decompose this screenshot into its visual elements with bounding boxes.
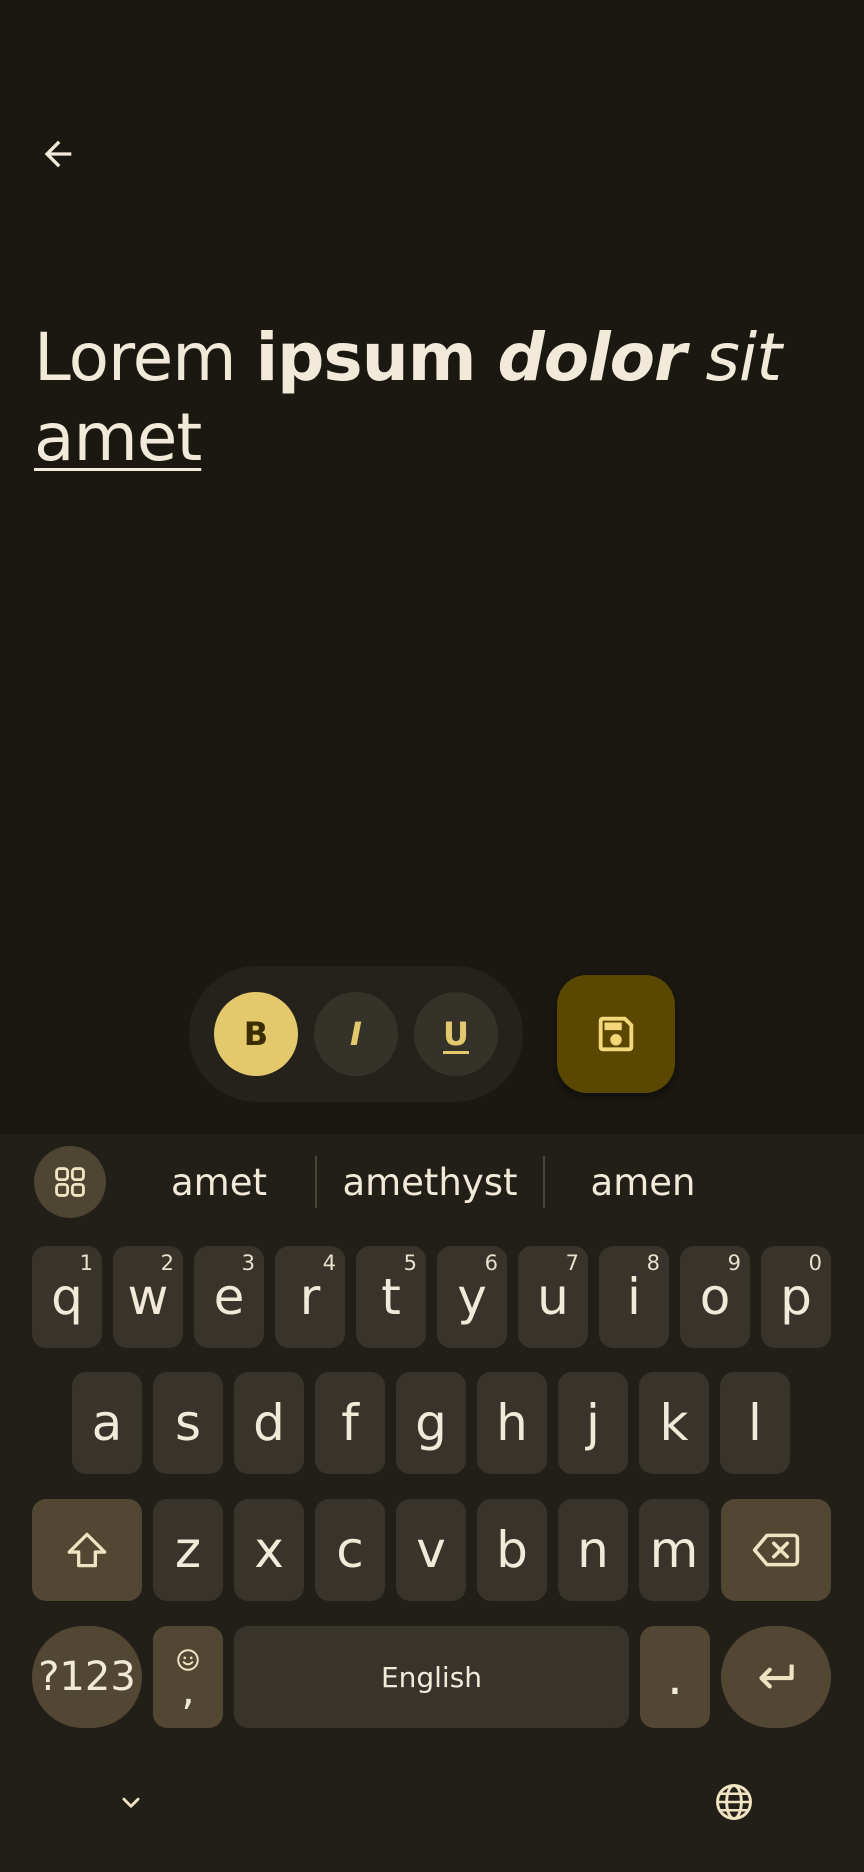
key-label: u	[537, 1268, 569, 1326]
backspace-key[interactable]	[721, 1499, 831, 1601]
enter-icon	[759, 1664, 794, 1689]
key-n[interactable]: n	[558, 1499, 628, 1601]
key-e[interactable]: e3	[194, 1246, 264, 1348]
key-label: r	[299, 1268, 321, 1326]
back-button[interactable]	[26, 122, 90, 186]
rich-text-editor[interactable]: Lorem ipsum dolor sit amet	[34, 318, 834, 478]
bold-italic-text: dolor	[497, 319, 686, 396]
keyboard-nav-bar	[0, 1762, 864, 1872]
key-label: e	[213, 1268, 245, 1326]
key-g[interactable]: g	[396, 1372, 466, 1474]
arrow-back-icon	[44, 140, 72, 168]
suggestion-divider	[315, 1156, 317, 1208]
key-v[interactable]: v	[396, 1499, 466, 1601]
key-label: q	[51, 1268, 83, 1326]
key-t[interactable]: t5	[356, 1246, 426, 1348]
key-label: y	[457, 1268, 487, 1326]
key-k[interactable]: k	[639, 1372, 709, 1474]
key-u[interactable]: u7	[518, 1246, 588, 1348]
key-hint: 3	[241, 1251, 255, 1275]
language-switch-button[interactable]	[698, 1766, 770, 1838]
key-a[interactable]: a	[72, 1372, 142, 1474]
suggestion-3[interactable]: amen	[548, 1150, 738, 1214]
key-hint: 9	[727, 1251, 741, 1275]
suggestion-2[interactable]: amethyst	[320, 1150, 540, 1214]
save-icon	[598, 1016, 634, 1052]
key-label: p	[780, 1268, 812, 1326]
shift-key[interactable]	[32, 1499, 142, 1601]
suggestion-1[interactable]: amet	[124, 1150, 314, 1214]
key-hint: 6	[484, 1251, 498, 1275]
key-hint: 4	[322, 1251, 336, 1275]
key-hint: 5	[403, 1251, 417, 1275]
key-j[interactable]: j	[558, 1372, 628, 1474]
key-f[interactable]: f	[315, 1372, 385, 1474]
key-l[interactable]: l	[720, 1372, 790, 1474]
key-o[interactable]: o9	[680, 1246, 750, 1348]
key-hint: 2	[160, 1251, 174, 1275]
globe-icon	[716, 1784, 752, 1820]
key-label: t	[381, 1268, 401, 1326]
key-z[interactable]: z	[153, 1499, 223, 1601]
key-p[interactable]: p0	[761, 1246, 831, 1348]
period-key[interactable]: .	[640, 1626, 710, 1728]
key-w[interactable]: w2	[113, 1246, 183, 1348]
emoji-comma-key[interactable]: ,	[153, 1626, 223, 1728]
space-key[interactable]: English	[234, 1626, 629, 1728]
shift-icon	[67, 1532, 107, 1568]
key-b[interactable]: b	[477, 1499, 547, 1601]
key-c[interactable]: c	[315, 1499, 385, 1601]
save-button[interactable]	[557, 975, 675, 1093]
key-r[interactable]: r4	[275, 1246, 345, 1348]
enter-key[interactable]	[721, 1626, 831, 1728]
key-hint: 8	[646, 1251, 660, 1275]
key-s[interactable]: s	[153, 1372, 223, 1474]
italic-toggle-button[interactable]: I	[314, 992, 398, 1076]
suggestion-strip: amet amethyst amen	[0, 1134, 864, 1230]
bold-text: ipsum	[255, 319, 498, 396]
symbols-key[interactable]: ?123	[32, 1626, 142, 1728]
suggestion-divider	[543, 1156, 545, 1208]
key-q[interactable]: q1	[32, 1246, 102, 1348]
key-h[interactable]: h	[477, 1372, 547, 1474]
plain-text: Lorem	[34, 319, 256, 396]
key-x[interactable]: x	[234, 1499, 304, 1601]
key-i[interactable]: i8	[599, 1246, 669, 1348]
key-label: i	[627, 1268, 641, 1326]
hide-keyboard-button[interactable]	[95, 1766, 167, 1838]
chevron-down-icon	[122, 1797, 140, 1808]
underline-toggle-button[interactable]: U	[414, 992, 498, 1076]
key-y[interactable]: y6	[437, 1246, 507, 1348]
apps-grid-icon	[55, 1167, 85, 1197]
comma-label: ,	[181, 1665, 195, 1714]
key-label: w	[127, 1268, 169, 1326]
key-hint: 0	[808, 1251, 822, 1275]
bold-toggle-button[interactable]: B	[214, 992, 298, 1076]
key-hint: 7	[565, 1251, 579, 1275]
key-hint: 1	[79, 1251, 93, 1275]
keyboard-apps-button[interactable]	[34, 1146, 106, 1218]
italic-text: sit	[685, 319, 783, 396]
backspace-icon	[752, 1533, 800, 1567]
key-m[interactable]: m	[639, 1499, 709, 1601]
underlined-text: amet	[34, 399, 202, 476]
key-d[interactable]: d	[234, 1372, 304, 1474]
key-label: o	[699, 1268, 731, 1326]
